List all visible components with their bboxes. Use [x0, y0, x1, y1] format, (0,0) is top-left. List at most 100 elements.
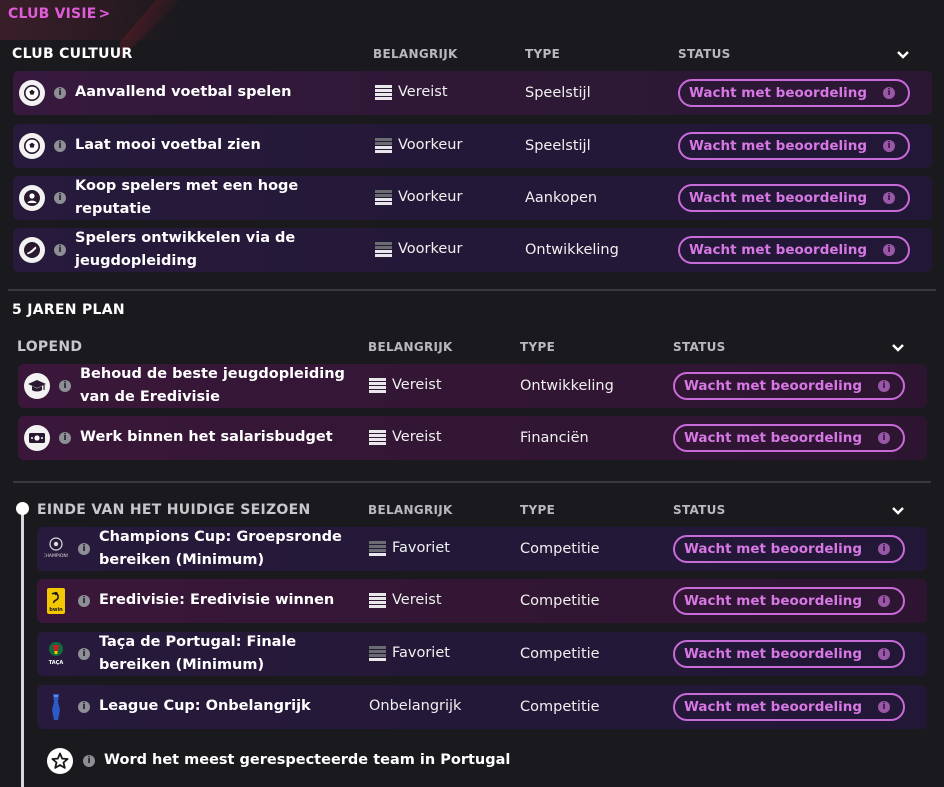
boot-icon — [19, 237, 45, 263]
column-header-type: TYPE — [520, 340, 556, 354]
objective-label: League Cup: Onbelangrijk — [99, 695, 311, 718]
info-icon[interactable]: i — [878, 701, 890, 713]
info-icon[interactable]: i — [54, 244, 66, 256]
objective-label-line1: Taça de Portugal: Finale — [99, 634, 297, 650]
objective-label: Werk binnen het salarisbudget — [80, 426, 333, 449]
column-header-type: TYPE — [520, 503, 556, 517]
objective-row[interactable]: i Laat mooi voetbal zien Voorkeur Speelstij… — [13, 124, 932, 168]
objective-row[interactable]: i Behoud de beste jeugdopleiding van de Er… — [18, 364, 927, 408]
info-icon[interactable]: i — [78, 648, 90, 660]
objective-type: Speelstijl — [525, 138, 591, 154]
objective-type: Ontwikkeling — [525, 242, 619, 258]
objective-label-line1: League Cup: Onbelangrijk — [99, 698, 311, 714]
objective-row[interactable]: CHAMPIONS i Champions Cup: Groepsronde bere… — [37, 527, 927, 571]
importance-value: Vereist — [369, 377, 442, 393]
info-icon[interactable]: i — [83, 755, 95, 767]
status-pill[interactable]: Wacht met beoordeling i — [678, 236, 910, 264]
info-icon[interactable]: i — [883, 244, 895, 256]
objective-row[interactable]: i Werk binnen het salarisbudget Vereist Fin… — [18, 416, 927, 460]
football-icon — [19, 80, 45, 106]
info-icon[interactable]: i — [878, 380, 890, 392]
star-icon — [47, 748, 73, 774]
chevron-down-icon[interactable] — [891, 504, 905, 518]
objective-row[interactable]: i League Cup: Onbelangrijk Onbelangrijk Com… — [37, 685, 927, 729]
status-pill[interactable]: Wacht met beoordeling i — [673, 587, 905, 615]
objective-type: Competitie — [520, 593, 600, 609]
importance-value: Vereist — [369, 429, 442, 445]
objective-row[interactable]: TAÇA i Taça de Portugal: Finale bereiken (M… — [37, 632, 927, 676]
info-icon[interactable]: i — [59, 380, 71, 392]
info-icon[interactable]: i — [878, 648, 890, 660]
importance-value: Voorkeur — [375, 189, 462, 205]
objective-label-line2: van de Eredivisie — [80, 389, 220, 405]
champions-cup-logo-icon: CHAMPIONS — [43, 534, 69, 564]
status-pill[interactable]: Wacht met beoordeling i — [678, 79, 910, 107]
info-icon[interactable]: i — [54, 140, 66, 152]
objective-label: Eredivisie: Eredivisie winnen — [99, 589, 334, 612]
importance-value: Favoriet — [369, 540, 450, 556]
importance-bars-icon — [369, 592, 386, 608]
info-icon[interactable]: i — [878, 595, 890, 607]
info-icon[interactable]: i — [78, 595, 90, 607]
chevron-down-icon[interactable] — [891, 341, 905, 355]
objective-label-line2: reputatie — [75, 201, 152, 217]
objective-row[interactable]: bwin i Eredivisie: Eredivisie winnen Vereis… — [37, 579, 927, 623]
breadcrumb[interactable]: CLUB VISIE > — [8, 6, 110, 22]
importance-label: Onbelangrijk — [369, 698, 462, 714]
info-icon[interactable]: i — [78, 543, 90, 555]
info-icon[interactable]: i — [883, 140, 895, 152]
chevron-down-icon[interactable] — [896, 48, 910, 62]
objective-label-line2: bereiken (Minimum) — [99, 552, 265, 568]
status-pill[interactable]: Wacht met beoordeling i — [673, 372, 905, 400]
column-header-status: STATUS — [678, 47, 731, 61]
football-icon — [19, 133, 45, 159]
objective-label-line1: Laat mooi voetbal zien — [75, 137, 261, 153]
importance-bars-icon — [375, 84, 392, 100]
importance-label: Voorkeur — [398, 137, 463, 153]
objective-label: Taça de Portugal: Finale bereiken (Minimu… — [99, 631, 296, 677]
objective-type: Speelstijl — [525, 85, 591, 101]
info-icon[interactable]: i — [54, 192, 66, 204]
status-label: Wacht met beoordeling — [689, 190, 868, 206]
subsection-title-season-end: EINDE VAN HET HUIDIGE SEIZOEN — [37, 502, 311, 518]
info-icon[interactable]: i — [878, 432, 890, 444]
objective-label-line1: Behoud de beste jeugdopleiding — [80, 366, 345, 382]
status-pill[interactable]: Wacht met beoordeling i — [673, 640, 905, 668]
column-header-status: STATUS — [673, 503, 726, 517]
breadcrumb-label[interactable]: CLUB VISIE — [8, 6, 97, 22]
info-icon[interactable]: i — [883, 192, 895, 204]
objective-label: Champions Cup: Groepsronde bereiken (Mini… — [99, 526, 342, 572]
objective-label-line1: Spelers ontwikkelen via de — [75, 230, 296, 246]
info-icon[interactable]: i — [883, 87, 895, 99]
importance-bars-icon — [375, 241, 392, 257]
section-divider — [8, 289, 936, 291]
objective-row[interactable]: i Aanvallend voetbal spelen Vereist Speelst… — [13, 71, 932, 115]
importance-bars-icon — [369, 377, 386, 393]
objective-label-line2: jeugdopleiding — [75, 253, 198, 269]
section-title-club-culture: CLUB CULTUUR — [12, 46, 133, 62]
importance-label: Favoriet — [392, 645, 450, 661]
status-pill[interactable]: Wacht met beoordeling i — [678, 184, 910, 212]
status-pill[interactable]: Wacht met beoordeling i — [673, 535, 905, 563]
info-icon[interactable]: i — [878, 543, 890, 555]
objective-label-line2: bereiken (Minimum) — [99, 657, 265, 673]
objective-label-line1: Champions Cup: Groepsronde — [99, 529, 342, 545]
column-header-type: TYPE — [525, 47, 561, 61]
importance-bars-icon — [369, 540, 386, 556]
graduation-cap-icon — [24, 373, 50, 399]
status-pill[interactable]: Wacht met beoordeling i — [678, 132, 910, 160]
importance-label: Favoriet — [392, 540, 450, 556]
status-pill[interactable]: Wacht met beoordeling i — [673, 693, 905, 721]
objective-label-line1: Koop spelers met een hoge — [75, 178, 299, 194]
importance-label: Vereist — [392, 592, 442, 608]
status-pill[interactable]: Wacht met beoordeling i — [673, 424, 905, 452]
objective-row[interactable]: i Koop spelers met een hoge reputatie Voork… — [13, 176, 932, 220]
objective-row[interactable]: i Spelers ontwikkelen via de jeugdopleidin… — [13, 228, 932, 272]
info-icon[interactable]: i — [78, 701, 90, 713]
column-header-status: STATUS — [673, 340, 726, 354]
chevron-right-icon: > — [98, 6, 111, 22]
info-icon[interactable]: i — [59, 432, 71, 444]
importance-value: Vereist — [375, 84, 448, 100]
importance-value: Onbelangrijk — [369, 698, 461, 714]
info-icon[interactable]: i — [54, 87, 66, 99]
